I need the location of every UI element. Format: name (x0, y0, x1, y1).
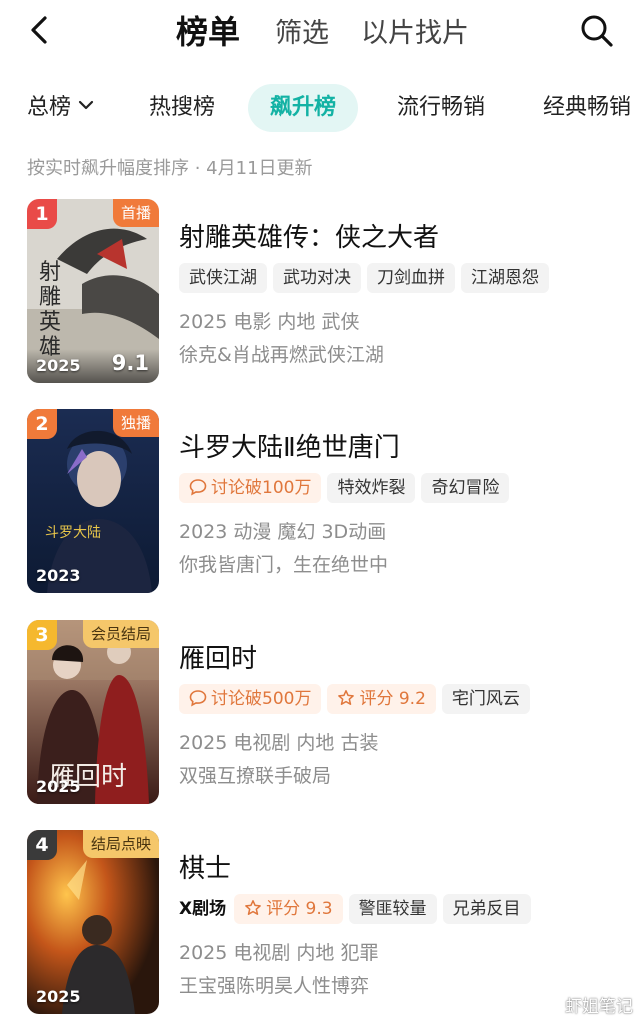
rank-tab-label: 总榜 (27, 95, 72, 120)
poster-score: 9.1 (111, 351, 149, 375)
tag-list: 讨论破500万 评分 9.2 宅门风云 (179, 684, 536, 716)
ranking-subtitle: 按实时飙升幅度排序 · 4月11日更新 (27, 158, 313, 179)
rating-tag[interactable]: 评分 9.2 (327, 684, 436, 717)
svg-text:射: 射 (39, 260, 61, 285)
item-desc: 你我皆唐门，生在绝世中 (179, 554, 389, 576)
rating-tag-label: 评分 9.2 (359, 689, 426, 709)
tag[interactable]: 奇幻冒险 (421, 473, 510, 503)
watermark: 虾姐笔记 (565, 997, 633, 1017)
svg-text:英: 英 (39, 310, 61, 335)
poster-year: 2023 (36, 566, 81, 585)
poster-year: 2025 (36, 356, 81, 375)
x-theater-logo[interactable]: X剧场 (179, 894, 226, 924)
search-icon (581, 15, 613, 47)
poster-year: 2025 (36, 987, 81, 1006)
item-meta: 2025 电视剧 内地 古装 (179, 732, 379, 754)
rank-tabs: 总榜 热搜榜 飙升榜 流行畅销 经典畅销 (0, 84, 643, 134)
svg-text:斗罗大陆: 斗罗大陆 (45, 525, 101, 541)
poster-year: 2025 (36, 777, 81, 796)
item-desc: 徐克&肖战再燃武侠江湖 (179, 344, 384, 366)
tag[interactable]: 特效炸裂 (327, 473, 416, 503)
item-desc: 王宝强陈明昊人性博弈 (179, 975, 370, 997)
tag[interactable]: 武功对决 (273, 263, 361, 293)
tag[interactable]: 刀剑血拼 (367, 263, 455, 293)
rank-tab-resoubang[interactable]: 热搜榜 (149, 84, 215, 132)
rank-tab-zongbang[interactable]: 总榜 (27, 84, 95, 132)
rank-badge: 3 (27, 620, 57, 650)
corner-badge: 首播 (112, 199, 159, 227)
rank-tab-liuxing[interactable]: 流行畅销 (397, 84, 485, 132)
discussion-tag-label: 讨论破100万 (211, 478, 312, 498)
nav-tabs: 榜单 筛选 以片找片 (0, 10, 643, 54)
search-button[interactable] (578, 12, 616, 50)
tag[interactable]: 兄弟反目 (442, 894, 531, 924)
poster[interactable]: 斗罗大陆 2 独播 2023 (27, 409, 159, 593)
item-title[interactable]: 雁回时 (179, 638, 257, 675)
item-meta: 2025 电影 内地 武侠 (179, 311, 360, 333)
poster[interactable]: 雁回时 3 会员结局 2025 (27, 620, 159, 804)
poster[interactable]: 射 雕 英 雄 1 首播 2025 9.1 (27, 199, 159, 383)
poster[interactable]: 4 结局点映 2025 (27, 830, 159, 1014)
list-item[interactable]: 雁回时 3 会员结局 2025 雁回时 讨论破500万 评分 9.2 宅门风云 20… (0, 620, 643, 810)
comment-icon (189, 476, 207, 506)
top-bar: 榜单 筛选 以片找片 (0, 0, 643, 64)
tag[interactable]: 警匪较量 (348, 894, 437, 924)
item-meta: 2023 动漫 魔幻 3D动画 (179, 521, 387, 543)
rank-badge: 2 (27, 409, 57, 439)
item-meta: 2025 电视剧 内地 犯罪 (179, 942, 379, 964)
comment-icon (189, 687, 207, 717)
tag-list: 讨论破100万 特效炸裂 奇幻冒险 (179, 473, 515, 505)
list-item[interactable]: 射 雕 英 雄 1 首播 2025 9.1 射雕英雄传：侠之大者 武侠江湖 武功对… (0, 199, 643, 389)
tag-list: X剧场 评分 9.3 警匪较量 兄弟反目 (179, 894, 537, 926)
item-title[interactable]: 射雕英雄传：侠之大者 (179, 217, 439, 254)
star-icon (244, 897, 262, 927)
tag[interactable]: 江湖恩怨 (461, 263, 549, 293)
rank-badge: 4 (27, 830, 57, 860)
corner-badge: 结局点映 (82, 830, 159, 858)
star-icon (337, 687, 355, 717)
tag[interactable]: 宅门风云 (441, 684, 530, 714)
svg-text:雕: 雕 (39, 285, 61, 310)
discussion-tag[interactable]: 讨论破100万 (179, 473, 322, 506)
tag-list: 武侠江湖 武功对决 刀剑血拼 江湖恩怨 (179, 263, 555, 295)
list-item[interactable]: 斗罗大陆 2 独播 2023 斗罗大陆Ⅱ绝世唐门 讨论破100万 特效炸裂 奇幻冒险… (0, 409, 643, 599)
list-item[interactable]: 4 结局点映 2025 棋士 X剧场 评分 9.3 警匪较量 兄弟反目 2025 电视… (0, 830, 643, 1020)
rating-tag-label: 评分 9.3 (266, 899, 333, 919)
tab-bangdan[interactable]: 榜单 (176, 10, 240, 54)
discussion-tag[interactable]: 讨论破500万 (179, 684, 322, 717)
rank-tab-jingdian[interactable]: 经典畅销 (543, 84, 631, 132)
tab-yipianzhaopian[interactable]: 以片找片 (361, 12, 469, 56)
item-desc: 双强互撩联手破局 (179, 765, 332, 787)
rating-tag[interactable]: 评分 9.3 (234, 894, 343, 927)
tag[interactable]: 武侠江湖 (179, 263, 267, 293)
corner-badge: 独播 (112, 409, 159, 437)
corner-badge: 会员结局 (82, 620, 159, 648)
item-title[interactable]: 斗罗大陆Ⅱ绝世唐门 (179, 427, 400, 464)
discussion-tag-label: 讨论破500万 (211, 689, 312, 709)
rank-tab-biaoshengbang[interactable]: 飙升榜 (248, 84, 359, 132)
chevron-down-icon (77, 84, 95, 132)
item-title[interactable]: 棋士 (179, 848, 231, 885)
rank-badge: 1 (27, 199, 57, 229)
tab-shaixuan[interactable]: 筛选 (275, 12, 329, 56)
